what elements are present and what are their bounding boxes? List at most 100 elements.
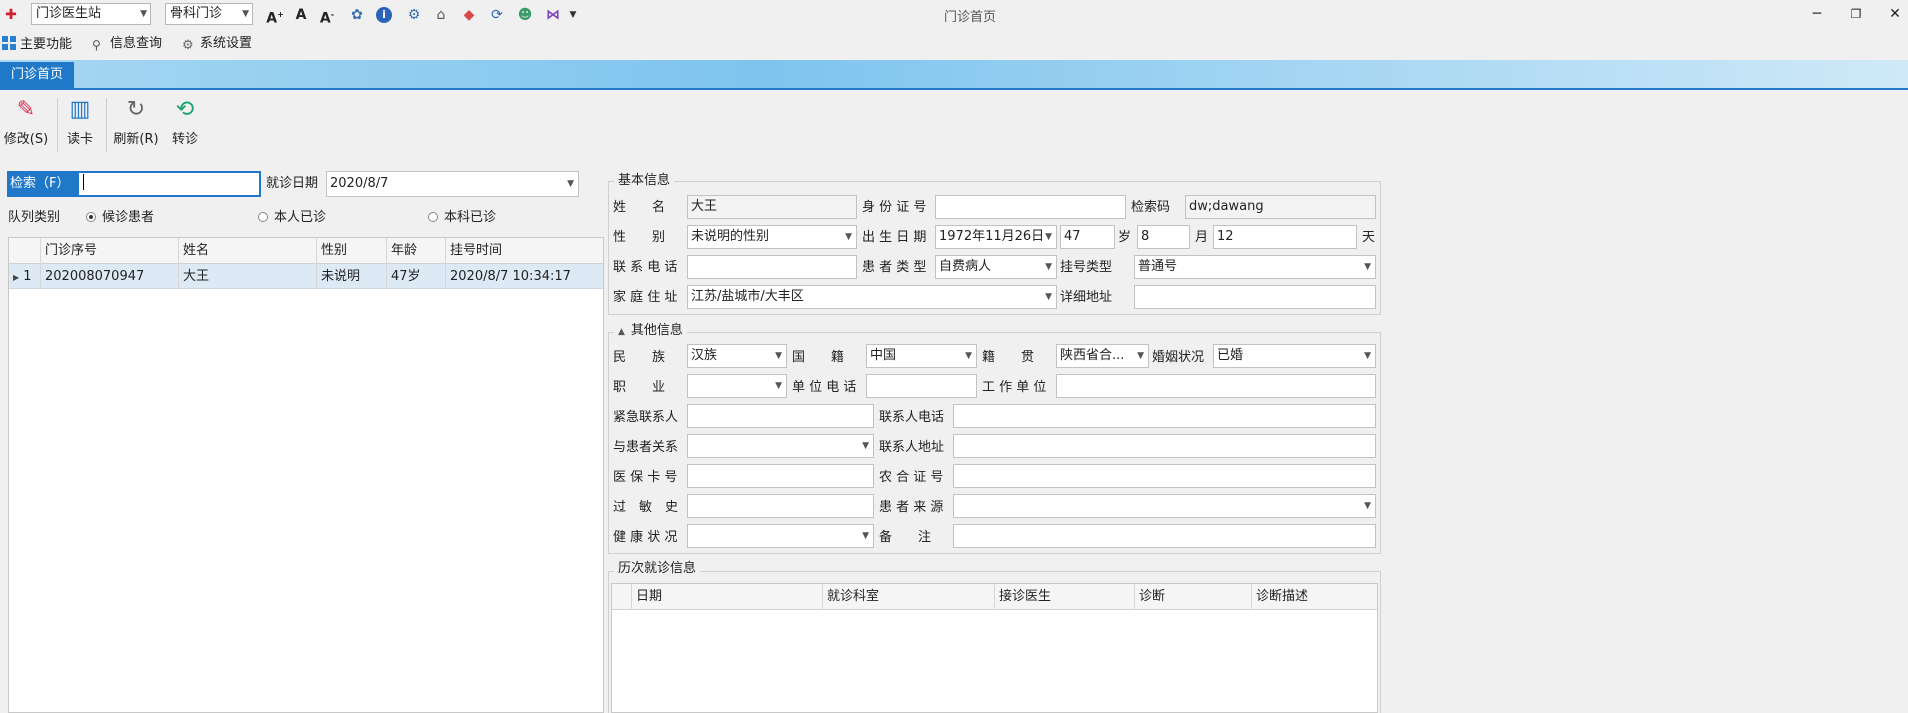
- birth-label: 出 生 日 期: [862, 230, 927, 245]
- marital-label: 婚姻状况: [1152, 350, 1205, 365]
- sex-value: 未说明的性别: [691, 229, 770, 244]
- radio-self-done[interactable]: 本人已诊: [258, 209, 326, 227]
- contact-phone-field[interactable]: [953, 404, 1376, 428]
- col-header-diagnosis-desc[interactable]: 诊断描述: [1252, 584, 1377, 610]
- menu-query-label: 信息查询: [110, 36, 163, 51]
- health-label: 健 康 状 况: [613, 530, 678, 545]
- code-label: 检索码: [1131, 200, 1171, 215]
- sex-select[interactable]: 未说明的性别 ▼: [687, 225, 857, 249]
- user-group-icon[interactable]: ☻: [516, 6, 534, 24]
- visit-date-picker[interactable]: 2020/8/7 ▼: [326, 171, 579, 197]
- unit-phone-field[interactable]: [866, 374, 977, 398]
- chevron-down-icon[interactable]: ▼: [564, 6, 582, 24]
- marital-value: 已婚: [1217, 348, 1244, 363]
- sync-icon[interactable]: ⟳: [488, 6, 506, 24]
- native-place-value: 陕西省合...: [1060, 348, 1125, 363]
- detail-address-field[interactable]: [1134, 285, 1376, 309]
- years-unit: 岁: [1118, 230, 1132, 245]
- search-input[interactable]: [77, 171, 261, 197]
- native-place-select[interactable]: 陕西省合... ▼: [1056, 344, 1149, 368]
- nationality-value: 中国: [870, 348, 897, 363]
- remark-field[interactable]: [953, 524, 1376, 548]
- days-unit: 天: [1362, 230, 1376, 245]
- phone-field[interactable]: [687, 255, 857, 279]
- refresh-button[interactable]: ↻ 刷新(R): [111, 98, 161, 148]
- info-icon[interactable]: i: [376, 7, 392, 23]
- grid-header: 门诊序号 姓名 性别 年龄 挂号时间: [9, 238, 603, 264]
- font-smaller-icon[interactable]: A-: [318, 6, 336, 27]
- col-header-name[interactable]: 姓名: [179, 238, 317, 264]
- col-header-doctor[interactable]: 接诊医生: [995, 584, 1135, 610]
- occupation-select[interactable]: ▼: [687, 374, 787, 398]
- settings-icon[interactable]: ⚙: [405, 6, 423, 24]
- chevron-down-icon: ▼: [862, 441, 869, 451]
- emergency-contact-field[interactable]: [687, 404, 874, 428]
- age-months-field[interactable]: 8: [1137, 225, 1190, 249]
- vs-icon[interactable]: ⋈: [544, 6, 562, 24]
- detail-address-label: 详细地址: [1060, 290, 1113, 305]
- read-card-button[interactable]: ▥ 读卡: [62, 98, 98, 148]
- menu-main[interactable]: 主要功能: [2, 36, 72, 53]
- patient-type-select[interactable]: 自费病人 ▼: [935, 255, 1057, 279]
- col-header-date[interactable]: 日期: [632, 584, 823, 610]
- menu-settings[interactable]: ⚙ 系统设置: [182, 36, 252, 53]
- nationality-select[interactable]: 中国 ▼: [866, 344, 977, 368]
- health-select[interactable]: ▼: [687, 524, 874, 548]
- age-years-field[interactable]: 47: [1060, 225, 1115, 249]
- col-header-no[interactable]: 门诊序号: [41, 238, 179, 264]
- restore-icon[interactable]: ❐: [1845, 4, 1867, 24]
- rural-card-field[interactable]: [953, 464, 1376, 488]
- col-header-time[interactable]: 挂号时间: [446, 238, 603, 264]
- row-index: 1: [23, 269, 32, 284]
- reg-type-value: 普通号: [1138, 259, 1178, 274]
- code-field[interactable]: dw;dawang: [1185, 195, 1376, 219]
- insurance-field[interactable]: [687, 464, 874, 488]
- search-label: 检索（F）: [7, 171, 77, 197]
- radio-waiting[interactable]: 候诊患者: [86, 209, 154, 227]
- table-row[interactable]: ▶ 1 202008070947 大王 未说明 47岁 2020/8/7 10:…: [9, 264, 603, 289]
- radio-dept-done-label: 本科已诊: [444, 210, 497, 225]
- patient-source-select[interactable]: ▼: [953, 494, 1376, 518]
- col-header-sex[interactable]: 性别: [317, 238, 387, 264]
- relation-select[interactable]: ▼: [687, 434, 874, 458]
- ethnic-select[interactable]: 汉族 ▼: [687, 344, 787, 368]
- home-icon[interactable]: ⌂: [432, 6, 450, 24]
- chevron-down-icon: ▼: [1364, 262, 1371, 272]
- font-larger-icon[interactable]: A+: [266, 6, 284, 27]
- close-icon[interactable]: ✕: [1884, 4, 1906, 24]
- eraser-icon[interactable]: ◆: [460, 6, 478, 24]
- user-search-icon: ⚲: [92, 38, 101, 52]
- department-select[interactable]: 骨科门诊 ▼: [165, 3, 253, 25]
- age-days-field[interactable]: 12: [1213, 225, 1357, 249]
- row-pointer-icon: ▶: [13, 273, 20, 282]
- address-select[interactable]: 江苏/盐城市/大丰区 ▼: [687, 285, 1057, 309]
- address-label: 家 庭 住 址: [613, 290, 678, 305]
- col-header-age[interactable]: 年龄: [387, 238, 446, 264]
- tab-home[interactable]: 门诊首页: [0, 62, 74, 88]
- id-field[interactable]: [935, 195, 1126, 219]
- minimize-icon[interactable]: ─: [1806, 4, 1828, 24]
- station-select[interactable]: 门诊医生站 ▼: [31, 3, 151, 25]
- col-header-dept[interactable]: 就诊科室: [823, 584, 995, 610]
- menu-query[interactable]: ⚲ 信息查询: [92, 36, 162, 52]
- sex-label: 性 别: [613, 230, 666, 245]
- other-info-title-wrap[interactable]: ▲ 其他信息: [614, 323, 687, 340]
- birth-date-picker[interactable]: 1972年11月26日 ▼: [935, 225, 1057, 249]
- work-unit-label: 工 作 单 位: [982, 380, 1047, 395]
- radio-dept-done[interactable]: 本科已诊: [428, 209, 496, 227]
- reg-type-select[interactable]: 普通号 ▼: [1134, 255, 1376, 279]
- station-value: 门诊医生站: [36, 6, 102, 21]
- edit-button[interactable]: ✎ 修改(S): [1, 98, 51, 148]
- allergy-field[interactable]: [687, 494, 874, 518]
- transfer-button[interactable]: ⟲ 转诊: [167, 98, 203, 148]
- skin-icon[interactable]: ✿: [348, 6, 366, 24]
- col-header-diagnosis[interactable]: 诊断: [1135, 584, 1252, 610]
- name-field[interactable]: 大王: [687, 195, 857, 219]
- marital-select[interactable]: 已婚 ▼: [1213, 344, 1376, 368]
- contact-address-field[interactable]: [953, 434, 1376, 458]
- font-normal-icon[interactable]: A: [292, 6, 310, 24]
- chevron-down-icon: ▼: [862, 531, 869, 541]
- radio-waiting-label: 候诊患者: [102, 210, 155, 225]
- work-unit-field[interactable]: [1056, 374, 1376, 398]
- refresh-label: 刷新(R): [113, 132, 159, 147]
